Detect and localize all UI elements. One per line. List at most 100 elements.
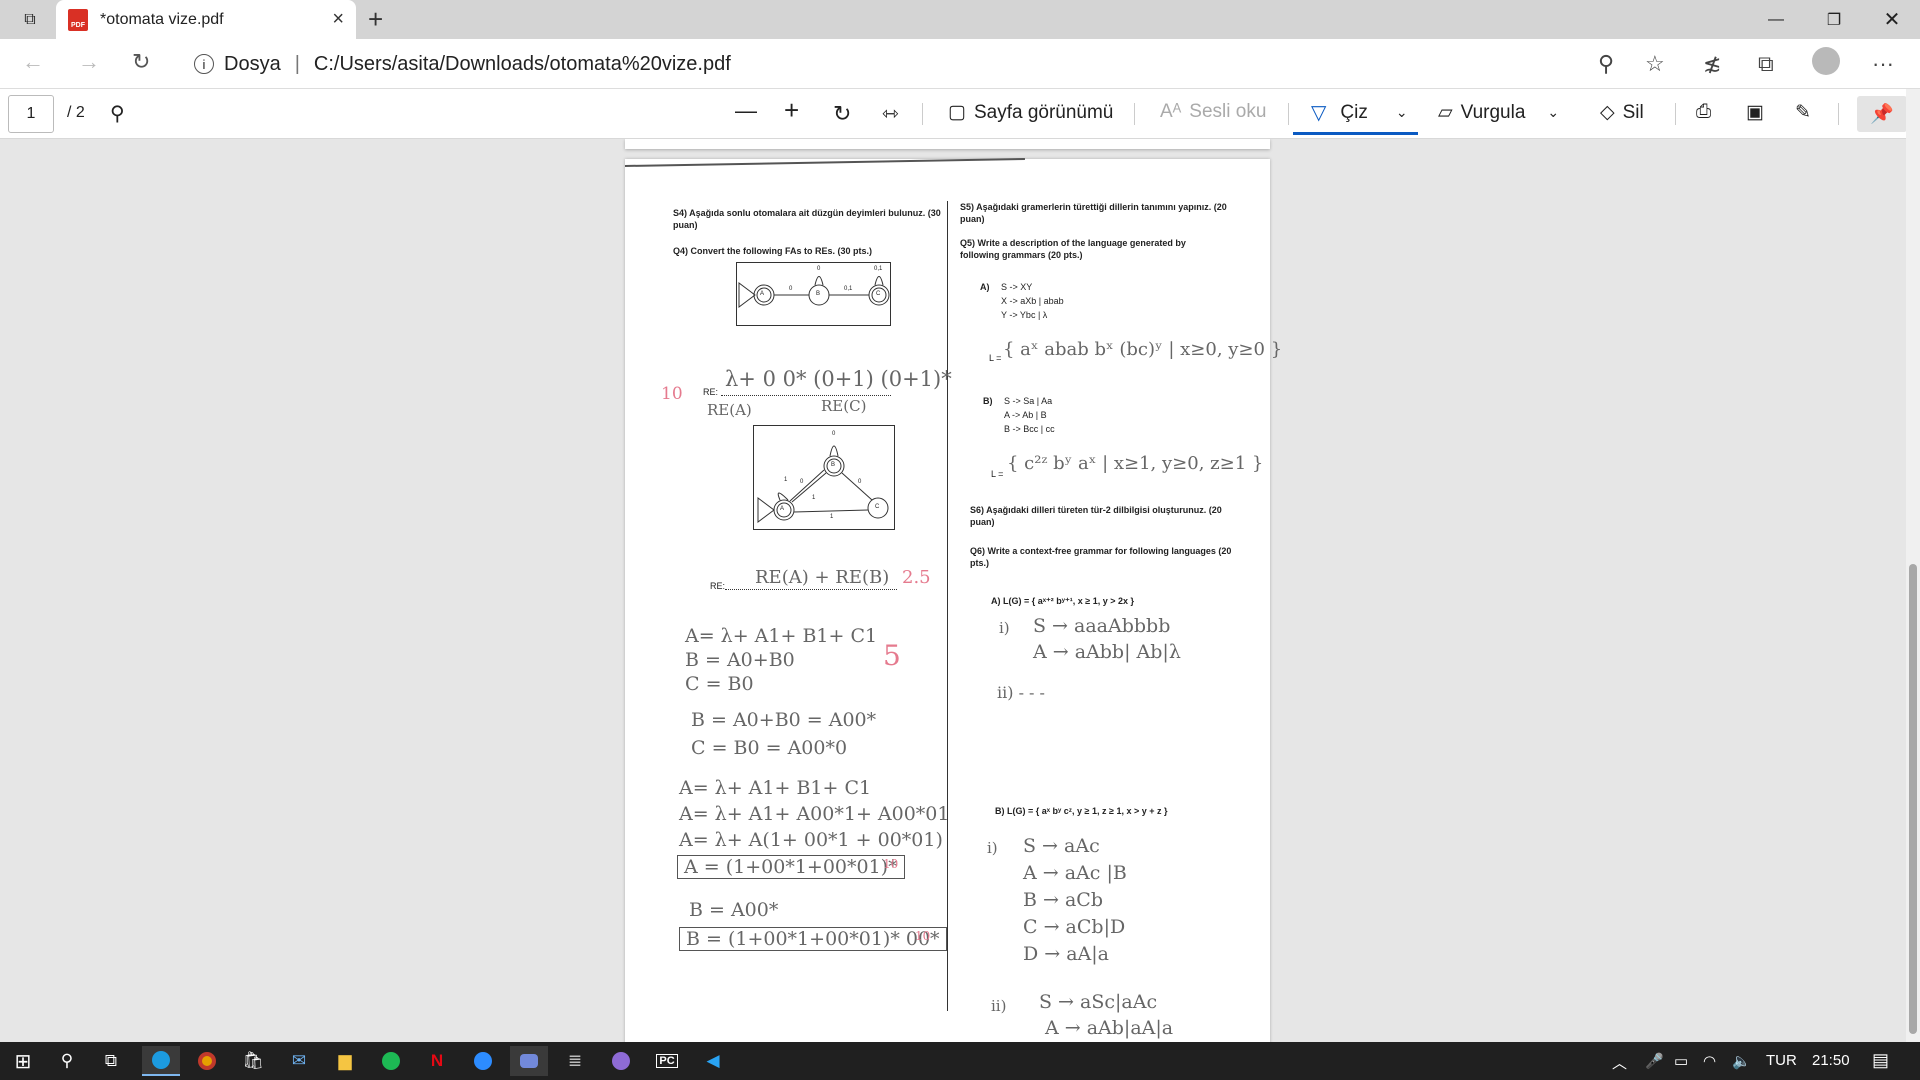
tab-title: *otomata vize.pdf — [100, 10, 224, 28]
microphone-icon[interactable]: 🎤 — [1645, 1052, 1664, 1070]
erase-button[interactable]: ◇ Sil — [1600, 101, 1644, 124]
divider — [1134, 103, 1135, 125]
hw-eq-line: A= λ+ A1+ B1+ C1 — [685, 625, 878, 647]
notifications-icon[interactable]: ▤ — [1872, 1050, 1889, 1071]
hw-eq3: A= λ+ A1+ A00*1+ A00*01 — [679, 803, 950, 825]
close-window-button[interactable]: ✕ — [1864, 0, 1920, 39]
chrome-icon[interactable] — [188, 1046, 226, 1076]
wifi-icon[interactable]: ◠ — [1703, 1052, 1716, 1070]
grammar-rule: S -> Sa | Aa — [1004, 396, 1053, 406]
draw-button[interactable]: ▽ Çiz ⌄ — [1293, 93, 1418, 135]
input-language[interactable]: TUR — [1766, 1052, 1797, 1069]
info-icon[interactable]: i — [194, 54, 214, 74]
github-icon[interactable] — [602, 1046, 640, 1076]
file-explorer-icon[interactable]: ▆ — [326, 1046, 364, 1076]
discord-icon[interactable] — [510, 1046, 548, 1076]
mail-icon[interactable]: ✉ — [280, 1046, 318, 1076]
add-favorite-icon[interactable]: ☆ — [1645, 51, 1665, 77]
search-icon[interactable]: ⚲ — [48, 1046, 86, 1076]
fit-page-icon[interactable]: ⇿ — [882, 101, 899, 126]
pycharm-icon[interactable]: PC — [648, 1046, 686, 1076]
hw-grammar: A → aAb|aA|a — [1045, 1017, 1174, 1039]
back-icon[interactable]: ← — [22, 49, 44, 75]
hw-eq2: B = A0+B0 = A00* — [691, 709, 877, 731]
favorites-icon[interactable]: ≴ — [1703, 51, 1721, 77]
l-label: L = — [989, 353, 1002, 363]
vscode-icon[interactable]: ◀ — [694, 1046, 732, 1076]
zoom-icon[interactable]: ⚲ — [1598, 51, 1614, 77]
divider — [1675, 103, 1676, 125]
rotate-icon[interactable]: ↻ — [833, 101, 851, 127]
fa1-state-a: A — [760, 291, 765, 297]
fa1-edge-label: 0,1 — [844, 286, 853, 292]
vertical-scrollbar[interactable] — [1906, 89, 1920, 1042]
windows-taskbar: ⊞ ⚲ ⧉ 🛍 ✉ ▆ N ≣ PC ◀ ︿ 🎤 ▭ ◠ 🔈 TUR 21:50… — [0, 1042, 1920, 1080]
clock[interactable]: 21:50 — [1812, 1052, 1850, 1069]
q5-heading: Q5) Write a description of the language … — [960, 238, 1186, 261]
hw-eq2: C = B0 = A00*0 — [691, 737, 848, 759]
save-icon[interactable]: ▣ — [1746, 101, 1764, 124]
page-view-label: Sayfa görünümü — [973, 101, 1114, 123]
url-text[interactable]: C:/Users/asita/Downloads/otomata%20vize.… — [314, 53, 731, 76]
highlight-button[interactable]: ▱ Vurgula ⌄ — [1438, 101, 1559, 124]
print-icon[interactable]: ⎙ — [1696, 101, 1711, 123]
minimize-button[interactable]: — — [1748, 0, 1804, 39]
zoom-out-icon[interactable]: — — [735, 98, 757, 124]
new-tab-button[interactable]: + — [368, 4, 383, 35]
grammar-rule: A -> Ab | B — [1004, 410, 1047, 420]
hw-grammar: S → aSc|aAc — [1039, 991, 1158, 1013]
read-aloud-button[interactable]: Aᴬ Sesli oku — [1160, 101, 1266, 123]
scan-edge — [624, 158, 1025, 167]
hw-part-label: i) — [999, 619, 1010, 637]
s4-heading: S4) Aşağıda sonlu otomalara ait düzgün d… — [673, 208, 941, 231]
grammar-rule: B -> Bcc | cc — [1004, 424, 1055, 434]
q6b-heading: B) L(G) = { aˣ bʸ cᶻ, y ≥ 1, z ≥ 1, x > … — [995, 806, 1168, 816]
save-as-icon[interactable]: ✎ — [1795, 101, 1811, 124]
fa2-edge-label: 1 — [812, 495, 816, 501]
profile-avatar[interactable] — [1812, 47, 1840, 75]
page-view-button[interactable]: ▢ Sayfa görünümü — [948, 101, 1113, 124]
scrollbar-thumb[interactable] — [1909, 564, 1917, 1034]
browser-tab[interactable]: PDF *otomata vize.pdf × — [56, 0, 356, 39]
q6a-heading: A) L(G) = { aˣ⁺² bʸ⁺¹, x ≥ 1, y > 2x } — [991, 596, 1135, 606]
zoom-in-icon[interactable]: + — [784, 95, 799, 126]
fa2-state-b: B — [831, 462, 836, 468]
hw-grammar: B → aCb — [1023, 889, 1103, 911]
pin-toolbar-icon[interactable]: 📌 — [1857, 96, 1907, 132]
task-view-icon[interactable]: ⧉ — [92, 1046, 130, 1076]
spotify-icon[interactable] — [372, 1046, 410, 1076]
chevron-down-icon[interactable]: ⌄ — [1396, 104, 1408, 121]
draw-pen-icon: ▽ — [1311, 102, 1327, 124]
fa2-edge-label: 0 — [832, 431, 836, 437]
pdf-viewer[interactable]: S4) Aşağıda sonlu otomalara ait düzgün d… — [0, 139, 1906, 1042]
forward-icon[interactable]: → — [78, 49, 100, 75]
address-bar[interactable]: i Dosya | C:/Users/asita/Downloads/otoma… — [180, 45, 1760, 83]
search-icon[interactable]: ⚲ — [110, 101, 125, 126]
close-tab-icon[interactable]: × — [332, 8, 344, 31]
grammar-rule: X -> aXb | abab — [1001, 296, 1064, 306]
l-label: L = — [991, 469, 1004, 479]
netflix-icon[interactable]: N — [418, 1046, 456, 1076]
show-hidden-icons[interactable]: ︿ — [1612, 1052, 1627, 1073]
restore-button[interactable]: ❐ — [1806, 0, 1862, 39]
more-icon[interactable]: ··· — [1872, 51, 1894, 77]
page-number-input[interactable]: 1 — [8, 95, 54, 133]
windows-start-icon[interactable]: ⊞ — [4, 1046, 42, 1076]
edge-icon[interactable] — [142, 1046, 180, 1076]
chevron-down-icon[interactable]: ⌄ — [1547, 104, 1559, 121]
hw-language-b: { c²ᶻ bʸ aˣ | x≥1, y≥0, z≥1 } — [1007, 453, 1264, 474]
tab-actions-icon[interactable]: ⧉ — [2, 0, 58, 39]
refresh-icon[interactable]: ↻ — [132, 49, 150, 75]
collections-icon[interactable]: ⧉ — [1758, 51, 1774, 77]
hw-re-c: RE(C) — [821, 397, 867, 415]
fa2-diagram: A B C 0 1 0 1 0 1 — [753, 425, 895, 530]
draw-label: Çiz — [1340, 101, 1368, 123]
volume-icon[interactable]: 🔈 — [1732, 1052, 1751, 1070]
battery-icon[interactable]: ▭ — [1674, 1052, 1688, 1070]
column-divider — [947, 201, 948, 1011]
hw-grammar: C → aCb|D — [1023, 916, 1126, 938]
zoom-icon[interactable] — [464, 1046, 502, 1076]
store-icon[interactable]: 🛍 — [234, 1046, 272, 1076]
database-icon[interactable]: ≣ — [556, 1046, 594, 1076]
page-view-icon: ▢ — [948, 102, 966, 123]
